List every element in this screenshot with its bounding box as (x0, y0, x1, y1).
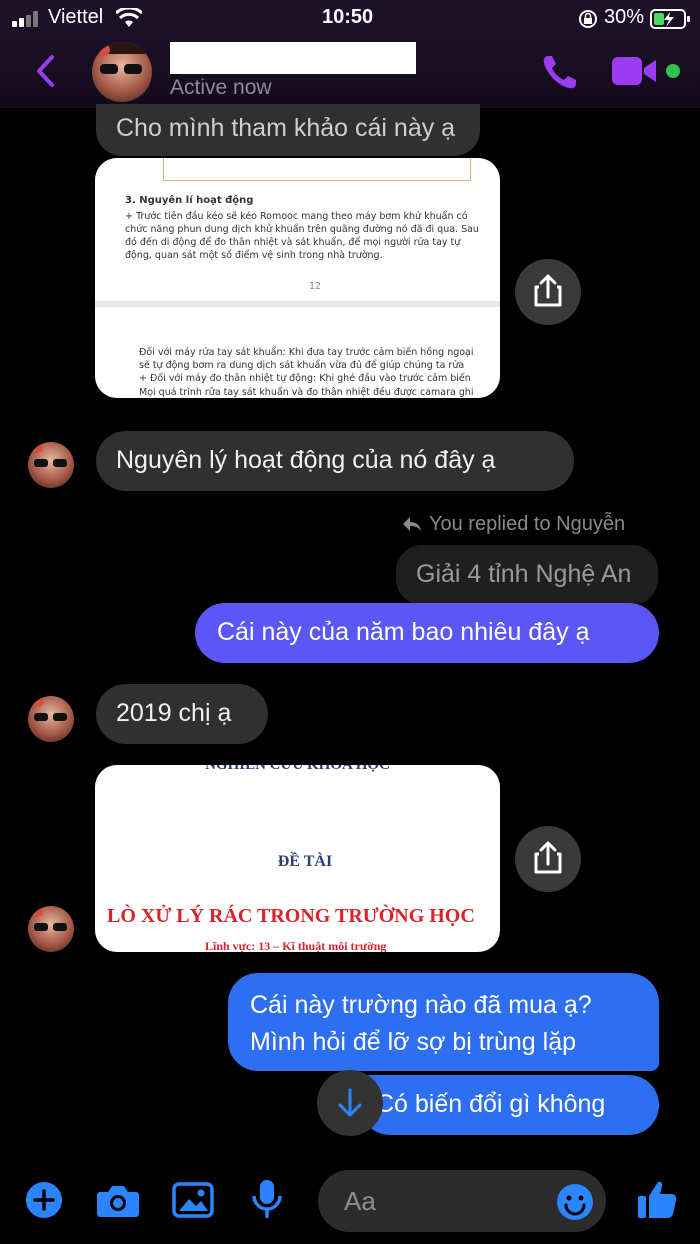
quoted-text: Giải 4 tỉnh Nghệ An (416, 560, 632, 588)
message-text: Có biến đổi gì không (376, 1090, 606, 1118)
presence-status: Active now (170, 76, 272, 99)
battery-charging-icon (650, 9, 690, 29)
emoji-icon[interactable] (556, 1183, 594, 1221)
page-edge (163, 158, 471, 181)
carrier-name: Viettel (48, 6, 104, 28)
message-text: Cho mình tham khảo cái này ạ (116, 114, 456, 142)
battery-percent: 30% (604, 6, 645, 28)
plus-icon[interactable] (24, 1180, 64, 1220)
message-bubble-incoming[interactable]: 2019 chị ạ (96, 684, 268, 744)
share-button[interactable] (515, 259, 581, 325)
contact-avatar[interactable] (92, 42, 152, 102)
image-attachment-document[interactable]: 3. Nguyên lí hoạt động + Trước tiên đầu … (95, 158, 500, 398)
message-text: Nguyên lý hoạt động của nó đây ạ (116, 446, 496, 474)
message-bubble-outgoing[interactable]: Có biến đổi gì không (360, 1075, 659, 1135)
camera-icon[interactable] (96, 1182, 140, 1218)
reply-arrow-icon (403, 517, 421, 531)
quoted-message[interactable]: Giải 4 tỉnh Nghệ An (396, 545, 658, 605)
share-icon (534, 274, 562, 307)
back-chevron-icon[interactable] (34, 54, 56, 88)
clock: 10:50 (322, 6, 374, 28)
doc-label: ĐỀ TÀI (277, 853, 333, 870)
phone-call-icon[interactable] (540, 52, 580, 92)
rotation-lock-icon (579, 10, 597, 28)
video-call-icon[interactable] (610, 54, 660, 88)
share-icon (534, 841, 562, 874)
signal-icon (12, 11, 38, 27)
message-bubble-outgoing[interactable]: Cái này của năm bao nhiêu đây ạ (195, 603, 659, 663)
doc-title: LÒ XỬ LÝ RÁC TRONG TRƯỜNG HỌC (107, 905, 475, 927)
message-text: Cái này của năm bao nhiêu đây ạ (217, 618, 590, 646)
thumbs-up-icon[interactable] (636, 1178, 678, 1220)
doc-paragraph: + Đối với máy đo thân nhiệt tự động: Khi… (139, 373, 471, 384)
sender-avatar[interactable] (28, 442, 74, 488)
arrow-down-icon (338, 1088, 362, 1117)
sender-avatar[interactable] (28, 696, 74, 742)
share-button[interactable] (515, 826, 581, 892)
image-attachment-cover[interactable]: NGHIÊN CỨU KHOA HỌC ĐỀ TÀI LÒ XỬ LÝ RÁC … (95, 765, 500, 952)
message-bubble-incoming[interactable]: Nguyên lý hoạt động của nó đây ạ (96, 431, 574, 491)
reply-note: You replied to Nguyễn (429, 513, 626, 535)
doc-field: Lĩnh vực: 13 – Kĩ thuật môi trường (205, 939, 387, 952)
doc-paragraph: Mọi quá trình rửa tay sát khuẩn và đo th… (139, 387, 474, 398)
doc-page-number: 12 (309, 281, 322, 292)
input-placeholder: Aa (344, 1186, 376, 1216)
contact-name-redacted (170, 42, 416, 74)
message-text: 2019 chị ạ (116, 699, 232, 727)
doc-heading: 3. Nguyên lí hoạt động (125, 195, 254, 206)
message-bubble-incoming[interactable]: Cho mình tham khảo cái này ạ (96, 104, 480, 156)
doc-paragraph: Đối với máy rửa tay sát khuẩn: Khi đưa t… (139, 347, 474, 371)
page-divider (95, 301, 500, 307)
online-dot (666, 64, 680, 78)
message-bubble-outgoing[interactable]: Cái này trường nào đã mua ạ? Mình hỏi để… (228, 973, 659, 1071)
scroll-to-bottom-button[interactable] (317, 1070, 383, 1136)
doc-top-line: NGHIÊN CỨU KHOA HỌC (205, 765, 390, 773)
gallery-icon[interactable] (172, 1182, 214, 1218)
sender-avatar[interactable] (28, 906, 74, 952)
microphone-icon[interactable] (250, 1178, 284, 1222)
doc-paragraph: + Trước tiên đầu kéo sẽ kéo Romooc mang … (125, 211, 479, 261)
wifi-icon (116, 8, 142, 27)
message-text: Cái này trường nào đã mua ạ? Mình hỏi để… (250, 991, 592, 1056)
